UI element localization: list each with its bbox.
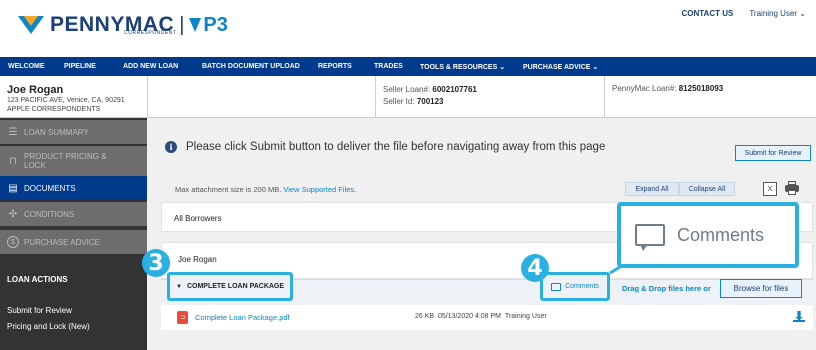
top-header: PENNYMAC | P3 CORRESPONDENT CONTACT US T…	[0, 0, 816, 57]
comment-icon	[551, 282, 562, 291]
nav-trades[interactable]: TRADES	[374, 63, 403, 70]
nav-tools-resources[interactable]: TOOLS & RESOURCES ⌄	[420, 63, 505, 71]
sidebar-item-product-pricing[interactable]: ⊓ PRODUCT PRICING & LOCK	[0, 146, 147, 176]
column-divider	[604, 76, 605, 118]
caret-down-icon: ▼	[176, 283, 182, 290]
loan-actions-heading: LOAN ACTIONS	[7, 275, 68, 284]
nav-welcome[interactable]: WELCOME	[8, 63, 45, 70]
borrower-section-title: Joe Rogan	[178, 255, 217, 264]
pennymac-loan-number: PennyMac Loan#: 8125018093	[612, 84, 724, 93]
borrower-address: 123 PACIFIC AVE, Venice, CA, 90291	[7, 97, 125, 104]
gear-icon: ✣	[8, 208, 18, 220]
file-uploaded-by: Training User	[504, 313, 547, 320]
nav-purchase-advice[interactable]: PURCHASE ADVICE ⌄	[523, 63, 598, 71]
sidebar: ☰ LOAN SUMMARY ⊓ PRODUCT PRICING & LOCK ▤ D…	[0, 118, 147, 350]
step-4-badge: 4	[521, 254, 549, 282]
nav-add-new-loan[interactable]: ADD NEW LOAN	[123, 63, 178, 70]
user-menu[interactable]: Training User ⌄	[749, 9, 806, 18]
complete-loan-package-toggle[interactable]: ▼ COMPLETE LOAN PACKAGE	[167, 272, 293, 301]
sidebar-item-purchase-advice[interactable]: $ PURCHASE ADVICE	[0, 230, 147, 254]
drag-drop-hint: Drag & Drop files here or	[622, 284, 711, 293]
expand-all-button[interactable]: Expand All	[625, 182, 679, 196]
column-divider	[147, 76, 148, 118]
pricing-and-lock-link[interactable]: Pricing and Lock (New)	[7, 322, 90, 331]
submit-warning-banner: i Please click Submit button to deliver …	[165, 141, 605, 153]
supported-files-link[interactable]: View Supported Files.	[283, 185, 356, 194]
brand-separator: |	[179, 13, 185, 36]
borrower-name: Joe Rogan	[7, 84, 64, 96]
step-3-badge: 3	[142, 249, 170, 277]
sidebar-item-documents[interactable]: ▤ DOCUMENTS	[0, 176, 147, 200]
nav-pipeline[interactable]: PIPELINE	[64, 63, 96, 70]
file-size: 26 KB	[415, 313, 435, 320]
max-attachment-note: Max attachment size is 200 MB. View Supp…	[175, 185, 357, 194]
file-date: 05/13/2020 4:08 PM	[437, 313, 502, 320]
seller-loan-number: Seller Loan#: 6002107761	[383, 85, 477, 94]
loan-header: Joe Rogan 123 PACIFIC AVE, Venice, CA, 9…	[0, 76, 816, 118]
correspondent-name: APPLE CORRESPONDENTS	[7, 106, 101, 113]
file-name-link[interactable]: Complete Loan Package.pdf	[195, 313, 290, 322]
brand-subtitle: CORRESPONDENT	[124, 30, 177, 36]
pennymac-logo[interactable]: PENNYMAC | P3	[18, 14, 228, 35]
print-icon[interactable]	[785, 181, 799, 195]
file-meta: 26 KB 05/13/2020 4:08 PM Training User	[415, 313, 547, 320]
nav-reports[interactable]: REPORTS	[318, 63, 352, 70]
column-divider	[375, 76, 376, 118]
all-borrowers-title: All Borrowers	[174, 214, 222, 223]
main-nav: WELCOME PIPELINE ADD NEW LOAN BATCH DOCUMEN…	[0, 57, 816, 76]
comments-zoom-callout: Comments	[617, 202, 799, 268]
p3-logo-icon	[189, 17, 202, 32]
download-icon[interactable]: ⬇	[793, 309, 805, 323]
excel-export-icon[interactable]: X	[763, 182, 777, 196]
zoom-comments-label: Comments	[677, 224, 765, 245]
pennymac-logo-icon	[18, 15, 44, 34]
list-icon: ☰	[8, 126, 18, 138]
sidebar-item-conditions[interactable]: ✣ CONDITIONS	[0, 202, 147, 226]
dollar-icon: $	[7, 236, 19, 248]
file-row: ⊐ Complete Loan Package.pdf 26 KB 05/13/…	[161, 305, 813, 330]
info-icon: i	[165, 141, 177, 153]
comment-icon-large	[635, 224, 665, 251]
contact-us-link[interactable]: CONTACT US	[681, 9, 733, 18]
lock-icon: ⊓	[9, 155, 17, 167]
comments-button[interactable]: Comments	[540, 272, 610, 301]
submit-for-review-link[interactable]: Submit for Review	[7, 306, 72, 315]
pdf-icon: ⊐	[177, 311, 188, 324]
sidebar-item-loan-summary[interactable]: ☰ LOAN SUMMARY	[0, 120, 147, 144]
submit-for-review-button[interactable]: Submit for Review	[735, 145, 811, 161]
nav-batch-document-upload[interactable]: BATCH DOCUMENT UPLOAD	[202, 63, 300, 70]
browse-files-button[interactable]: Browse for files	[720, 279, 802, 298]
p3-logo: P3	[189, 15, 228, 35]
seller-id: Seller Id: 700123	[383, 97, 444, 106]
document-icon: ▤	[8, 182, 18, 194]
collapse-all-button[interactable]: Collapse All	[679, 182, 735, 196]
